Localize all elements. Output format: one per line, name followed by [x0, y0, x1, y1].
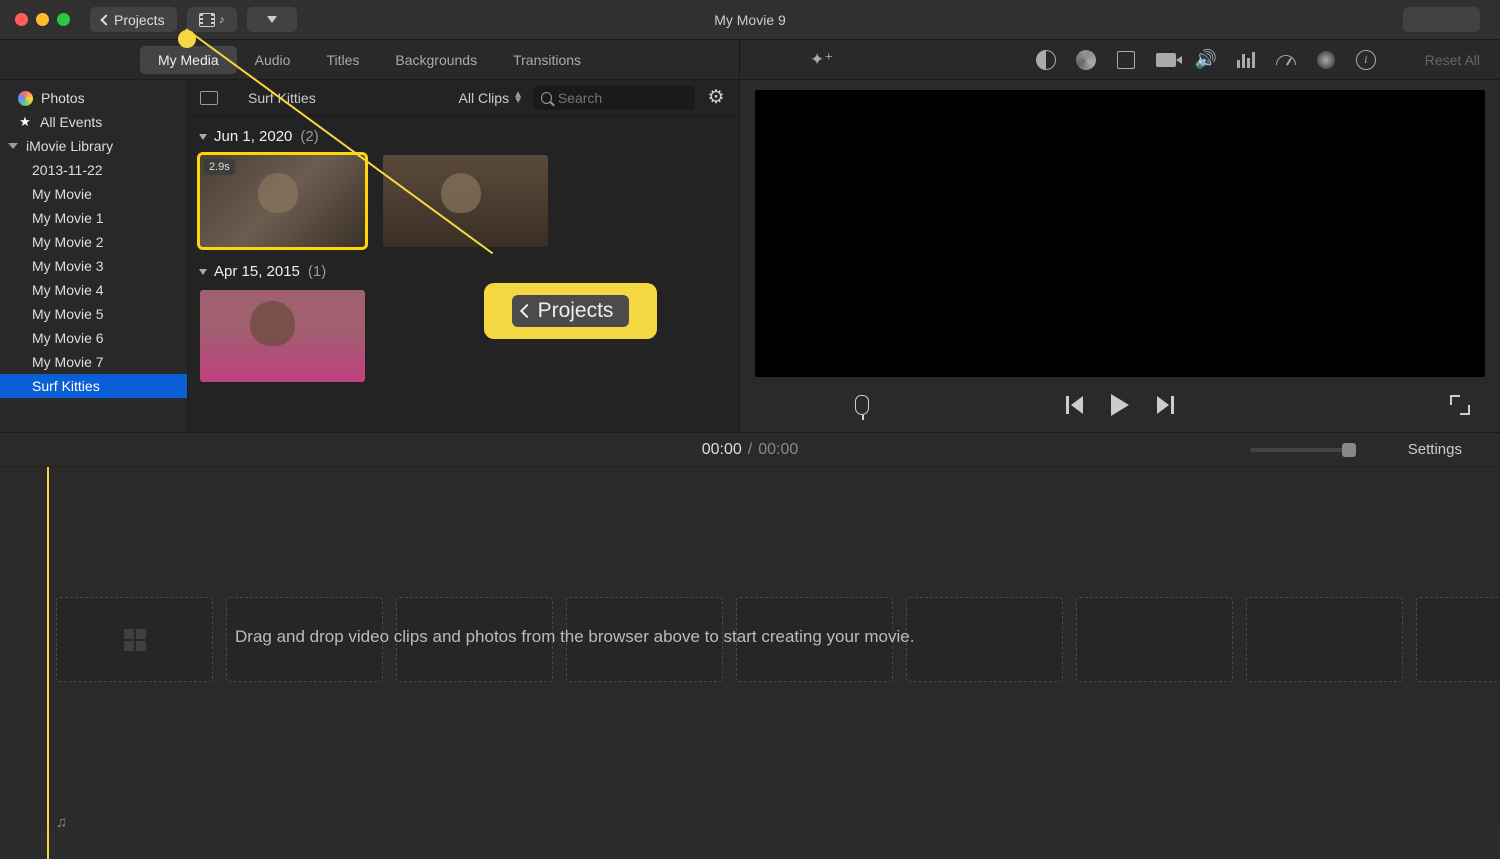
- sidebar-imovie-library[interactable]: iMovie Library: [0, 134, 187, 158]
- info-icon[interactable]: i: [1355, 49, 1377, 71]
- current-time: 00:00: [702, 441, 742, 459]
- search-icon: [541, 92, 552, 104]
- adjust-toolbar: ✦⁺ 🔊 i Reset All: [740, 40, 1500, 80]
- group-date: Apr 15, 2015: [214, 263, 300, 280]
- clip-thumbnail[interactable]: [383, 155, 548, 247]
- voiceover-button[interactable]: [855, 395, 869, 415]
- sidebar-all-events[interactable]: ★ All Events: [0, 110, 187, 134]
- sidebar-event[interactable]: My Movie 6: [0, 326, 187, 350]
- timeline-body[interactable]: Drag and drop video clips and photos fro…: [0, 467, 1500, 859]
- sidebar-photos[interactable]: Photos: [0, 86, 187, 110]
- playback-controls: [740, 377, 1500, 432]
- clip-filter-dropdown[interactable]: All Clips ▲▼: [459, 90, 523, 106]
- disclosure-triangle-icon[interactable]: [199, 269, 207, 275]
- group-count: (1): [308, 263, 326, 280]
- group-date: Jun 1, 2020: [214, 128, 292, 145]
- breadcrumb: Surf Kitties: [248, 90, 449, 106]
- magic-wand-icon[interactable]: ✦⁺: [810, 50, 833, 70]
- clip-thumbnail[interactable]: 2.9s: [200, 155, 365, 247]
- speed-icon[interactable]: [1275, 49, 1297, 71]
- stabilize-icon[interactable]: [1155, 49, 1177, 71]
- filmstrip-icon: [199, 13, 216, 27]
- sidebar-event[interactable]: My Movie: [0, 182, 187, 206]
- tab-my-media[interactable]: My Media: [140, 46, 237, 74]
- chevron-left-icon: [100, 14, 111, 25]
- projects-back-button[interactable]: Projects: [90, 7, 177, 32]
- sidebar-event[interactable]: My Movie 7: [0, 350, 187, 374]
- timeline-header: 00:00 / 00:00 Settings: [0, 433, 1500, 467]
- sidebar-event[interactable]: My Movie 2: [0, 230, 187, 254]
- disclosure-triangle-icon[interactable]: [8, 143, 18, 149]
- sidebar-toggle-icon[interactable]: [200, 91, 218, 105]
- slider-thumb[interactable]: [1342, 443, 1356, 457]
- play-button[interactable]: [1111, 394, 1129, 416]
- tab-transitions[interactable]: Transitions: [495, 46, 599, 74]
- window-title: My Movie 9: [714, 12, 786, 28]
- zoom-window[interactable]: [57, 13, 70, 26]
- clip-slot[interactable]: [1076, 597, 1233, 682]
- equalizer-icon[interactable]: [1235, 49, 1257, 71]
- search-field[interactable]: [533, 86, 695, 110]
- timeline-settings-button[interactable]: Settings: [1408, 441, 1462, 458]
- music-track-icon[interactable]: ♫: [56, 814, 78, 832]
- clip-duration: 2.9s: [204, 159, 235, 175]
- close-window[interactable]: [15, 13, 28, 26]
- color-balance-icon[interactable]: [1035, 49, 1057, 71]
- sidebar-event[interactable]: 2013-11-22: [0, 158, 187, 182]
- projects-label: Projects: [114, 12, 165, 28]
- reset-all-button[interactable]: Reset All: [1425, 52, 1480, 68]
- star-icon: ★: [18, 115, 32, 129]
- media-browser: My Media Audio Titles Backgrounds Transi…: [0, 40, 740, 432]
- window-titlebar: Projects ♪ My Movie 9: [0, 0, 1500, 40]
- browser-tabs: My Media Audio Titles Backgrounds Transi…: [0, 40, 739, 80]
- clip-slot[interactable]: [906, 597, 1063, 682]
- timeline-pane: 00:00 / 00:00 Settings Drag and drop vid…: [0, 432, 1500, 825]
- clip-thumbnail[interactable]: [200, 290, 365, 382]
- search-input[interactable]: [558, 90, 687, 106]
- sidebar-event[interactable]: My Movie 3: [0, 254, 187, 278]
- group-count: (2): [300, 128, 318, 145]
- sidebar-event[interactable]: My Movie 4: [0, 278, 187, 302]
- playhead[interactable]: [47, 467, 49, 859]
- clip-slot[interactable]: [1246, 597, 1403, 682]
- audio-icon[interactable]: 🔊: [1195, 49, 1217, 71]
- zoom-slider[interactable]: [1250, 448, 1350, 452]
- disclosure-triangle-icon[interactable]: [199, 134, 207, 140]
- color-correction-icon[interactable]: [1075, 49, 1097, 71]
- sidebar-event[interactable]: My Movie 5: [0, 302, 187, 326]
- clip-slot[interactable]: [1416, 597, 1500, 682]
- date-group-header[interactable]: Jun 1, 2020 (2): [200, 128, 727, 145]
- preview-canvas[interactable]: [755, 90, 1485, 377]
- tab-titles[interactable]: Titles: [308, 46, 377, 74]
- import-button[interactable]: [247, 7, 297, 32]
- sidebar-event[interactable]: My Movie 1: [0, 206, 187, 230]
- download-arrow-icon: [267, 16, 277, 23]
- date-group-header[interactable]: Apr 15, 2015 (1): [200, 263, 727, 280]
- photos-icon: [18, 91, 33, 106]
- tab-backgrounds[interactable]: Backgrounds: [377, 46, 495, 74]
- timeline-hint: Drag and drop video clips and photos fro…: [235, 627, 914, 647]
- fullscreen-button[interactable]: [1450, 395, 1470, 415]
- viewer-pane: ✦⁺ 🔊 i Reset All: [740, 40, 1500, 432]
- library-sidebar: Photos ★ All Events iMovie Library 2013-…: [0, 80, 188, 432]
- music-note-icon: ♪: [219, 14, 225, 26]
- crop-icon[interactable]: [1115, 49, 1137, 71]
- clip-slot[interactable]: [56, 597, 213, 682]
- sidebar-event[interactable]: Surf Kitties: [0, 374, 187, 398]
- filter-icon[interactable]: [1315, 49, 1337, 71]
- media-view-button[interactable]: ♪: [187, 7, 237, 32]
- timecode: 00:00 / 00:00: [702, 441, 799, 459]
- traffic-lights: [15, 13, 70, 26]
- clips-list[interactable]: Jun 1, 2020 (2) 2.9s: [188, 116, 739, 432]
- next-button[interactable]: [1157, 396, 1174, 414]
- updown-icon: ▲▼: [513, 92, 523, 104]
- clips-header: Surf Kitties All Clips ▲▼ ⚙: [188, 80, 739, 116]
- minimize-window[interactable]: [36, 13, 49, 26]
- tab-audio[interactable]: Audio: [237, 46, 309, 74]
- gear-icon[interactable]: ⚙: [705, 87, 727, 109]
- share-button[interactable]: [1403, 7, 1480, 32]
- previous-button[interactable]: [1066, 396, 1083, 414]
- total-time: 00:00: [758, 441, 798, 459]
